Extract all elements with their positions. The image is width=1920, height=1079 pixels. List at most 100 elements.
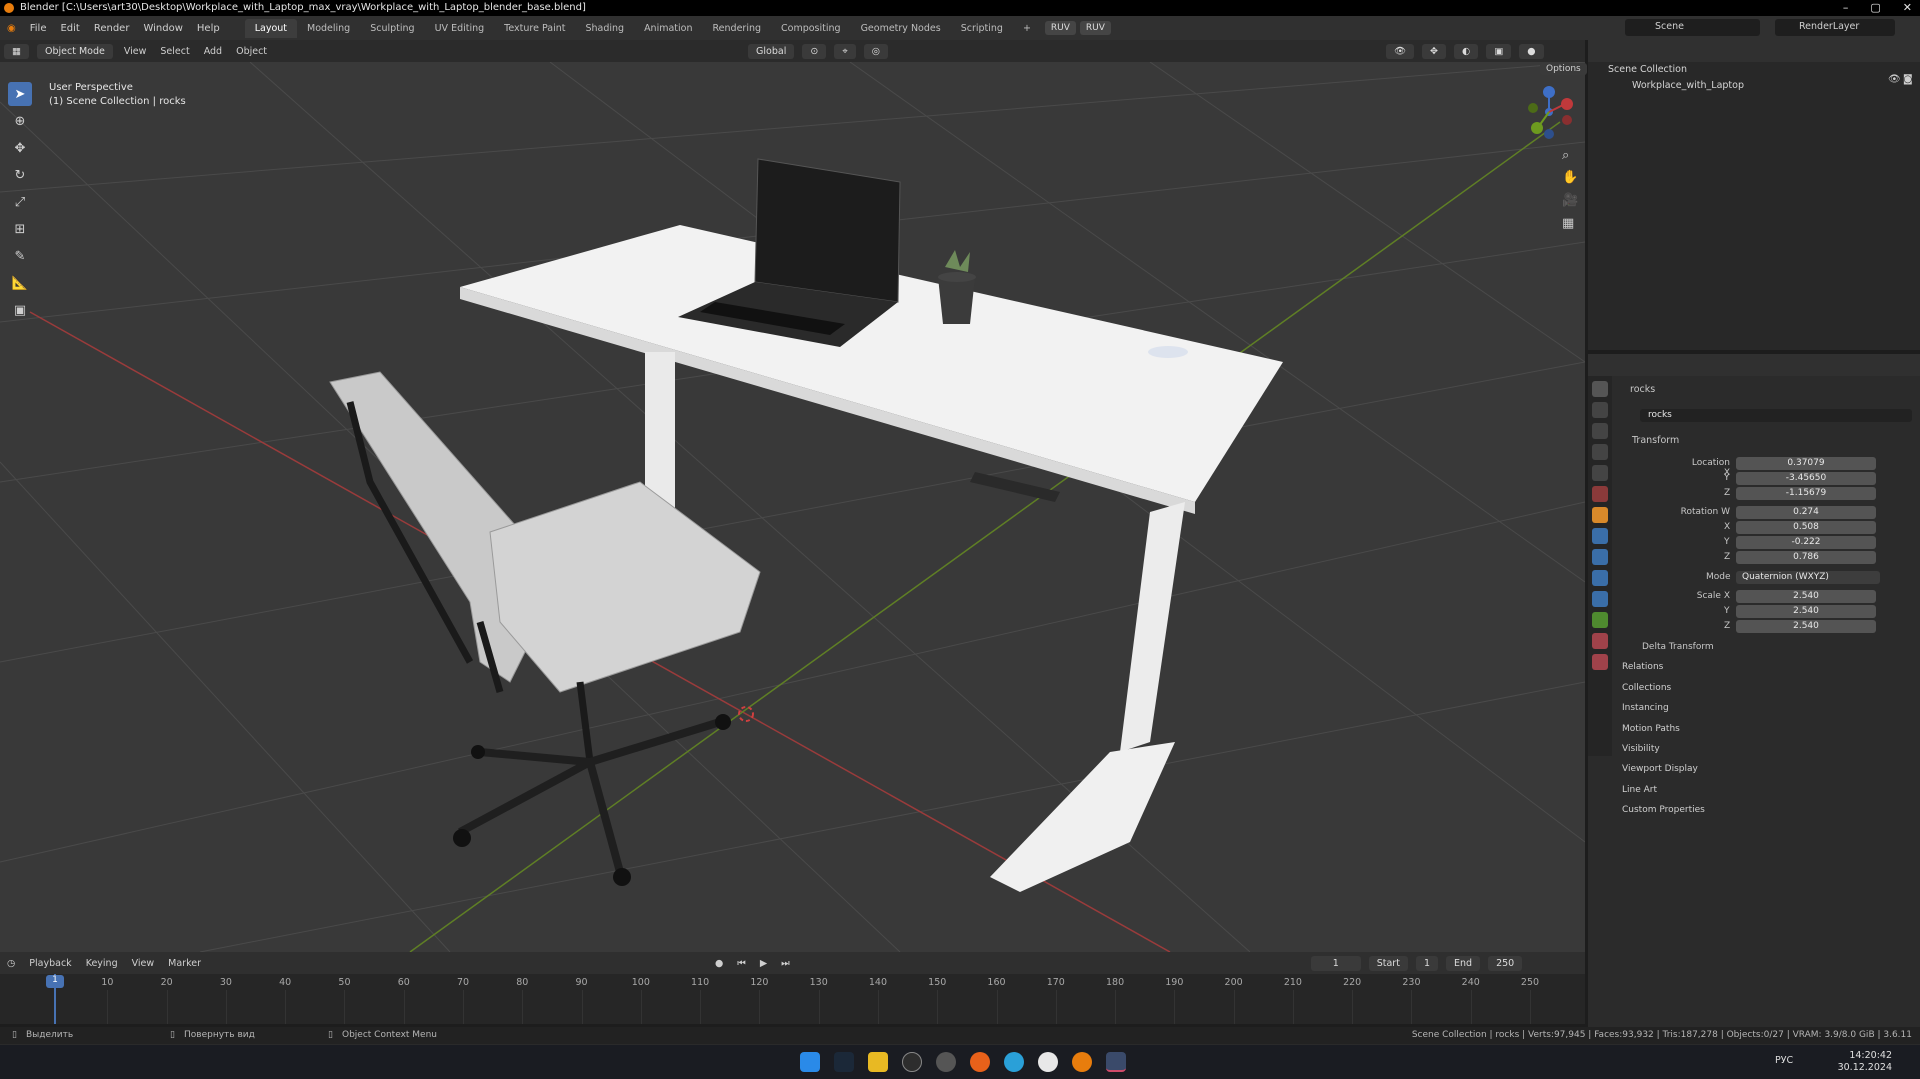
transform-orientation-selector[interactable]: Global [748, 43, 795, 59]
mode-selector[interactable]: Object Mode [36, 43, 113, 59]
timeline-menu-view[interactable]: View [125, 958, 162, 969]
browser-icon[interactable] [970, 1052, 990, 1072]
menu-help[interactable]: Help [190, 23, 227, 34]
menu-edit[interactable]: Edit [53, 23, 86, 34]
cursor-icon[interactable]: ⊕ [8, 109, 32, 133]
eye-icon[interactable]: 👁 [1888, 74, 1901, 85]
annotate-icon[interactable]: ✎ [8, 244, 32, 268]
delta-transform-section[interactable]: Delta Transform [1642, 642, 1714, 652]
timeline[interactable]: 10 20 30 40 50 60 70 80 90 100 110 120 130 140 150 160 1… [0, 974, 1585, 1024]
physics-tab-icon[interactable] [1592, 570, 1608, 586]
menu-render[interactable]: Render [87, 23, 137, 34]
rotation-y-field[interactable]: -0.222 [1736, 536, 1876, 549]
render-camera-icon[interactable]: ◙ [1903, 74, 1913, 85]
camera-icon[interactable]: 🎥 [1562, 193, 1578, 208]
rotation-z-field[interactable]: 0.786 [1736, 551, 1876, 564]
viewport-menu-add[interactable]: Add [197, 46, 229, 57]
motion-paths-section[interactable]: Motion Paths [1622, 724, 1680, 734]
location-z-field[interactable]: -1.15679 [1736, 487, 1876, 500]
ortho-grid-icon[interactable]: ▦ [1562, 216, 1574, 231]
custom-properties-section[interactable]: Custom Properties [1622, 805, 1705, 815]
location-x-field[interactable]: 0.37079 [1736, 457, 1876, 470]
steam-icon[interactable] [834, 1052, 854, 1072]
viewport-display-section[interactable]: Viewport Display [1622, 764, 1698, 774]
scene-tab-icon[interactable] [1592, 465, 1608, 481]
proportional-edit-icon[interactable]: ◎ [863, 43, 888, 59]
addon-button-ruv-1[interactable]: RUV [1044, 21, 1076, 35]
rotation-mode-select[interactable]: Quaternion (WXYZ) [1736, 571, 1880, 584]
addon-button-ruv-2[interactable]: RUV [1079, 21, 1111, 35]
move-icon[interactable]: ✥ [8, 136, 32, 160]
viewport-menu-view[interactable]: View [117, 46, 154, 57]
render-tab-icon[interactable] [1592, 402, 1608, 418]
modifier-tab-icon[interactable] [1592, 528, 1608, 544]
scene-selector[interactable]: Scene [1625, 19, 1760, 36]
tab-modeling[interactable]: Modeling [297, 19, 360, 38]
play-icon[interactable]: ▶ [753, 958, 774, 969]
particles-tab-icon[interactable] [1592, 549, 1608, 565]
instancing-section[interactable]: Instancing [1622, 703, 1669, 713]
close-icon[interactable]: ✕ [1903, 0, 1912, 16]
world-tab-icon[interactable] [1592, 486, 1608, 502]
blender-taskbar-icon[interactable] [1072, 1052, 1092, 1072]
telegram-icon[interactable] [1004, 1052, 1024, 1072]
object-tab-icon[interactable] [1592, 507, 1608, 523]
tab-compositing[interactable]: Compositing [771, 19, 851, 38]
visibility-section[interactable]: Visibility [1622, 744, 1660, 754]
tab-texture-paint[interactable]: Texture Paint [494, 19, 575, 38]
measure-icon[interactable]: 📐 [8, 271, 32, 295]
tab-uv-editing[interactable]: UV Editing [425, 19, 495, 38]
editor-type-icon[interactable]: ▦ [4, 43, 29, 59]
rotation-w-field[interactable]: 0.274 [1736, 506, 1876, 519]
file-explorer-icon[interactable] [868, 1052, 888, 1072]
material-tab-icon[interactable] [1592, 633, 1608, 649]
scale-icon[interactable]: ⤢ [8, 190, 32, 214]
tab-layout[interactable]: Layout [244, 18, 297, 38]
rotation-x-field[interactable]: 0.508 [1736, 521, 1876, 534]
pan-hand-icon[interactable]: ✋ [1562, 170, 1578, 185]
menu-playback[interactable]: Playback [22, 958, 78, 969]
view-layer-tab-icon[interactable] [1592, 444, 1608, 460]
tab-sculpting[interactable]: Sculpting [360, 19, 424, 38]
maximize-icon[interactable]: ▢ [1870, 0, 1880, 16]
outliner-item-workplace[interactable]: Workplace_with_Laptop [1588, 78, 1920, 94]
blender-active-window-icon[interactable] [1106, 1052, 1126, 1072]
unreal-icon[interactable] [902, 1052, 922, 1072]
transform-icon[interactable]: ⊞ [8, 217, 32, 241]
select-box-icon[interactable]: ➤ [8, 82, 32, 106]
scale-x-field[interactable]: 2.540 [1736, 590, 1876, 603]
pivot-icon[interactable]: ⊙ [802, 43, 827, 59]
scale-y-field[interactable]: 2.540 [1736, 605, 1876, 618]
zoom-icon[interactable]: ⌕ [1562, 148, 1569, 163]
viewport-menu-select[interactable]: Select [153, 46, 196, 57]
scale-z-field[interactable]: 2.540 [1736, 620, 1876, 633]
jump-end-icon[interactable]: ⏭ [774, 958, 797, 969]
texture-tab-icon[interactable] [1592, 654, 1608, 670]
tool-tab-icon[interactable] [1592, 381, 1608, 397]
tab-shading[interactable]: Shading [575, 19, 634, 38]
line-art-section[interactable]: Line Art [1622, 785, 1657, 795]
xray-icon[interactable]: ▣ [1486, 43, 1512, 59]
add-cube-icon[interactable]: ▣ [8, 298, 32, 322]
tab-animation[interactable]: Animation [634, 19, 702, 38]
data-tab-icon[interactable] [1592, 612, 1608, 628]
tab-scripting[interactable]: Scripting [951, 19, 1013, 38]
yandex-icon[interactable] [1038, 1052, 1058, 1072]
location-y-field[interactable]: -3.45650 [1736, 472, 1876, 485]
jump-start-icon[interactable]: ⏮ [730, 958, 753, 969]
record-icon[interactable]: ● [708, 958, 730, 969]
current-frame-field[interactable]: 1 [1310, 955, 1361, 971]
github-icon[interactable] [936, 1052, 956, 1072]
end-frame-field[interactable]: 250 [1488, 955, 1523, 971]
output-tab-icon[interactable] [1592, 423, 1608, 439]
minimize-icon[interactable]: – [1843, 0, 1849, 16]
constraints-tab-icon[interactable] [1592, 591, 1608, 607]
timeline-editor-icon[interactable]: ◷ [0, 958, 22, 969]
viewport-menu-object[interactable]: Object [229, 46, 274, 57]
shading-solid-icon[interactable]: ● [1519, 43, 1544, 59]
options-button[interactable]: Options [1540, 63, 1587, 75]
relations-section[interactable]: Relations [1622, 662, 1663, 672]
blender-menu-icon[interactable]: ◉ [0, 23, 23, 34]
menu-file[interactable]: File [23, 23, 54, 34]
system-clock[interactable]: 14:20:42 30.12.2024 [1838, 1050, 1892, 1074]
